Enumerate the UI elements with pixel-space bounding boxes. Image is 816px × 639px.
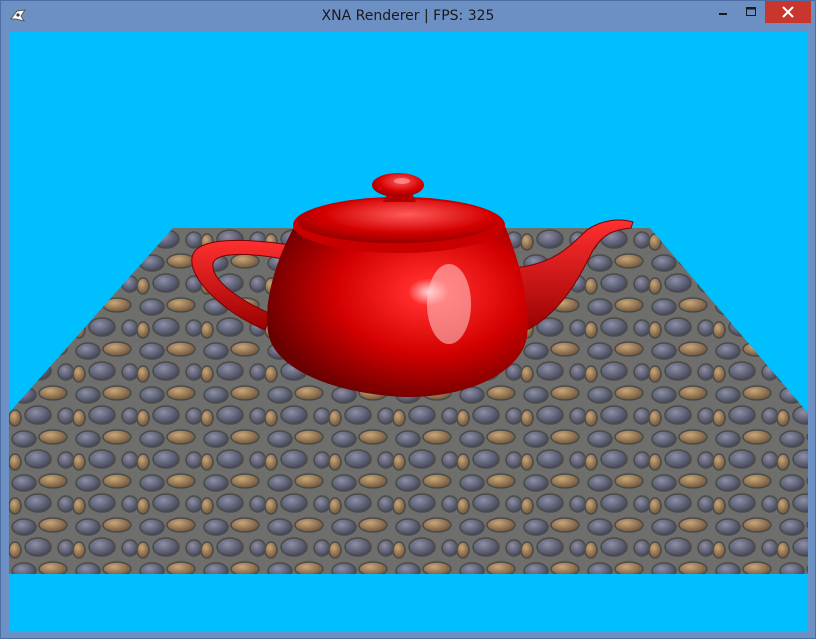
title-bar[interactable]: XNA Renderer | FPS: 325 [1, 1, 815, 33]
teapot-knob [372, 173, 424, 197]
close-button[interactable] [765, 1, 811, 23]
rendered-scene [9, 173, 808, 574]
maximize-button[interactable] [738, 1, 764, 23]
app-window: XNA Renderer | FPS: 325 [0, 0, 816, 639]
teapot-lid [297, 199, 497, 243]
window-title: XNA Renderer | FPS: 325 [321, 8, 495, 24]
close-icon [782, 6, 794, 18]
maximize-icon [746, 7, 756, 16]
minimize-button[interactable] [710, 1, 736, 23]
minimize-icon [719, 13, 727, 15]
render-viewport[interactable] [9, 32, 808, 632]
teapot-highlight [427, 264, 471, 344]
